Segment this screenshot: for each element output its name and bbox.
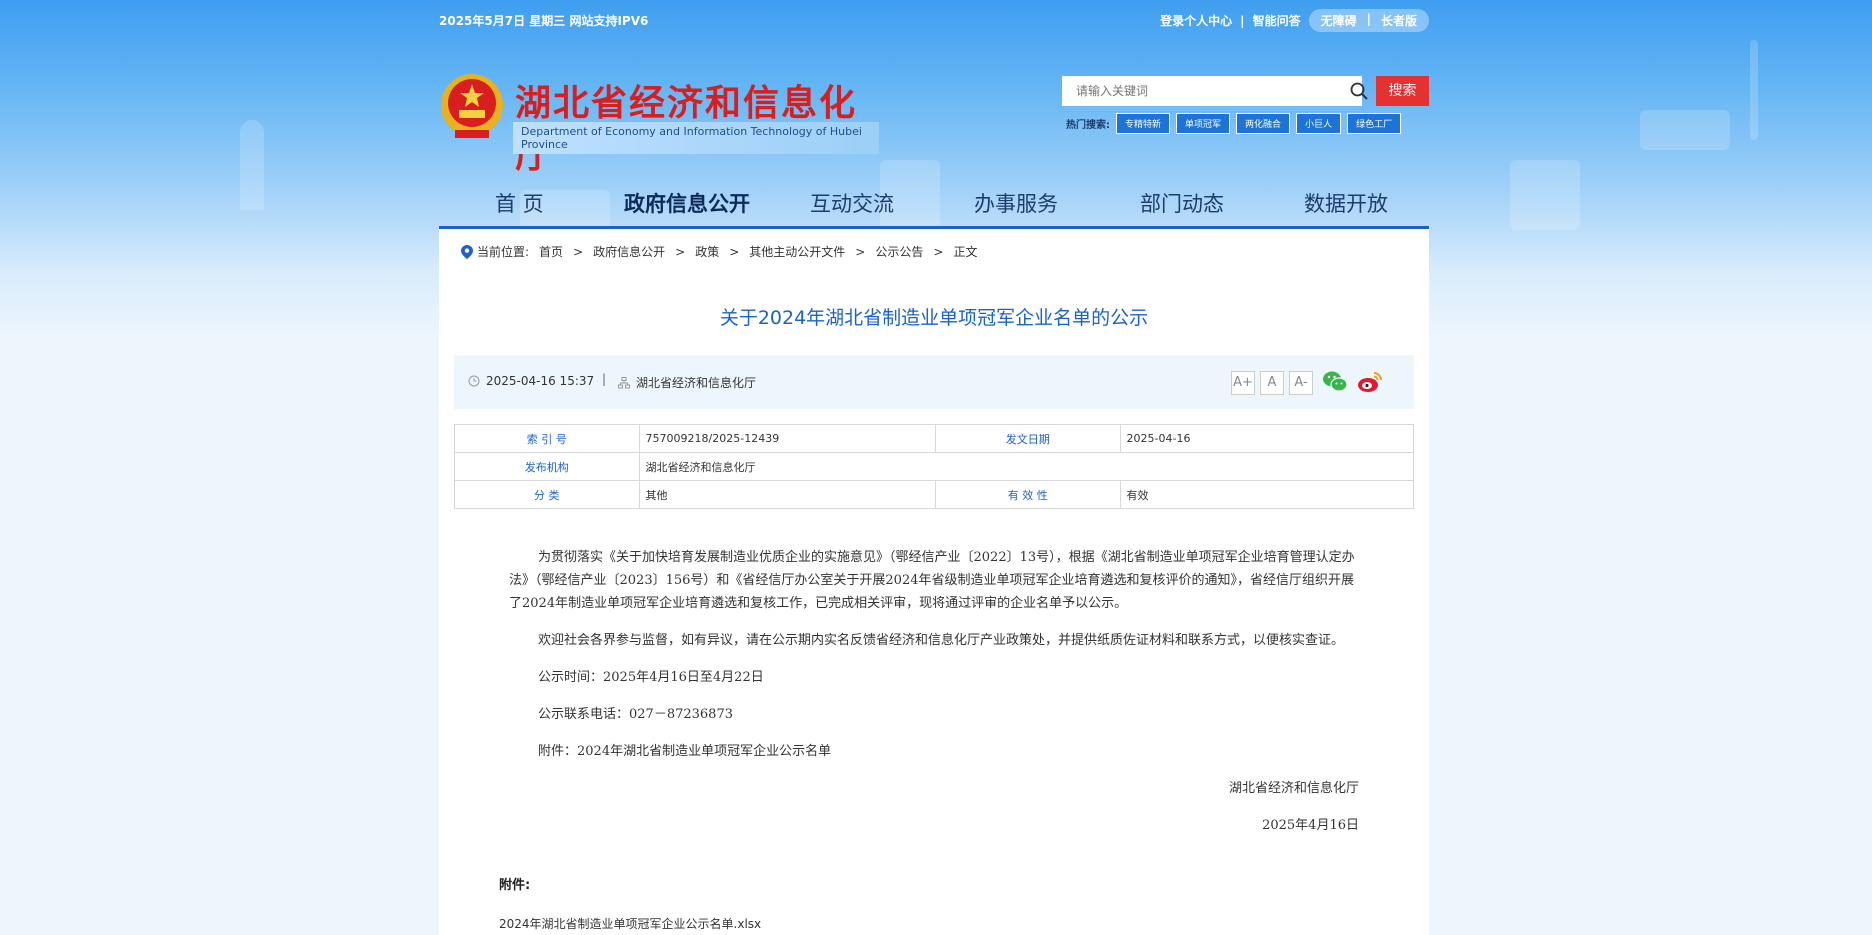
validity-value: 有效: [1119, 480, 1415, 509]
nav-item-interaction[interactable]: 互动交流: [810, 188, 894, 218]
decor-tower: [240, 120, 264, 210]
table-row: 发布机构 湖北省经济和信息化厅: [454, 452, 1415, 481]
nav-item-home[interactable]: 首 页: [495, 188, 544, 218]
breadcrumb-sep: >: [729, 244, 740, 259]
info-table: 索 引 号 757009218/2025-12439 发文日期 2025-04-…: [454, 424, 1415, 509]
site-english-name: Department of Economy and Information Te…: [513, 122, 879, 154]
body-paragraph: 公示时间：2025年4月16日至4月22日: [538, 670, 764, 685]
date-label: 发文日期: [934, 424, 1121, 453]
org-label: 发布机构: [454, 452, 640, 481]
site-logo[interactable]: 湖北省经济和信息化厅 Department of Economy and Inf…: [439, 72, 879, 176]
signature-date: 2025年4月16日: [1262, 818, 1359, 833]
top-bar: 2025年5月7日 星期三 网站支持IPV6 登录个人中心 | 智能问答 无障碍…: [439, 0, 1429, 38]
breadcrumb-link[interactable]: 政府信息公开: [593, 243, 665, 260]
index-value: 757009218/2025-12439: [638, 424, 936, 453]
hot-tag[interactable]: 两化融合: [1236, 112, 1291, 134]
top-links: 登录个人中心 | 智能问答 无障碍 | 长者版: [1160, 9, 1429, 32]
body-paragraph: 欢迎社会各界参与监督，如有异议，请在公示期内实名反馈省经济和信息化厅产业政策处，…: [538, 633, 1345, 648]
publish-source: 湖北省经济和信息化厅: [618, 374, 756, 391]
publish-datetime: 2025-04-16 15:37: [486, 374, 595, 388]
font-size-decrease-button[interactable]: A-: [1289, 371, 1313, 395]
table-row: 分 类 其他 有 效 性 有效: [454, 480, 1415, 509]
breadcrumb-link[interactable]: 政策: [695, 243, 719, 260]
breadcrumb-sep: >: [933, 244, 944, 259]
national-emblem-icon: [441, 74, 503, 138]
search-button[interactable]: 搜索: [1376, 76, 1429, 106]
content-panel: 当前位置: 首页 > 政府信息公开 > 政策 > 其他主动公开文件 > 公示公告…: [439, 229, 1429, 935]
organization-icon: [618, 376, 630, 388]
search-icon[interactable]: [1350, 82, 1368, 100]
meta-separator: |: [602, 372, 607, 386]
breadcrumb-sep: >: [855, 244, 866, 259]
signature: 湖北省经济和信息化厅: [1228, 781, 1359, 796]
separator: |: [1240, 13, 1245, 28]
org-value: 湖北省经济和信息化厅: [638, 452, 1415, 481]
source-name: 湖北省经济和信息化厅: [636, 376, 757, 390]
nav-item-news[interactable]: 部门动态: [1140, 188, 1224, 218]
breadcrumb: 当前位置: 首页 > 政府信息公开 > 政策 > 其他主动公开文件 > 公示公告…: [461, 243, 977, 260]
attachment-label: 附件:: [499, 878, 531, 893]
breadcrumb-link[interactable]: 公示公告: [875, 243, 923, 260]
body-paragraph: 附件：2024年湖北省制造业单项冠军企业公示名单: [538, 744, 832, 759]
hot-search-label: 热门搜索:: [1066, 119, 1110, 131]
elder-mode-link[interactable]: 长者版: [1381, 12, 1417, 29]
font-size-normal-button[interactable]: A: [1260, 371, 1284, 395]
date-text: 2025年5月7日 星期三 网站支持IPV6: [439, 14, 649, 28]
category-label: 分 类: [454, 480, 640, 509]
breadcrumb-sep: >: [675, 244, 686, 259]
body-paragraph: 公示联系电话：027－87236873: [538, 707, 733, 722]
body-paragraph: 为贯彻落实《关于加快培育发展制造业优质企业的实施意见》（鄂经信产业〔2022〕1…: [509, 550, 1355, 611]
location-pin-icon: [461, 244, 473, 259]
main-nav: 首 页 政府信息公开 互动交流 办事服务 部门动态 数据开放: [439, 178, 1429, 229]
decor-server: [1510, 160, 1580, 230]
breadcrumb-sep: >: [573, 244, 584, 259]
wechat-icon[interactable]: [1322, 370, 1348, 394]
breadcrumb-current: 正文: [953, 245, 978, 259]
weibo-icon[interactable]: [1357, 370, 1383, 394]
hot-tag[interactable]: 小巨人: [1296, 112, 1342, 134]
decor-windmill: [1750, 40, 1758, 140]
accessible-link[interactable]: 无障碍: [1321, 12, 1357, 29]
attachment-link[interactable]: 2024年湖北省制造业单项冠军企业公示名单.xlsx: [499, 915, 761, 932]
article-title: 关于2024年湖北省制造业单项冠军企业名单的公示: [719, 307, 1149, 329]
accessibility-pill: 无障碍 | 长者版: [1308, 9, 1429, 32]
search-input[interactable]: [1062, 76, 1362, 106]
nav-item-services[interactable]: 办事服务: [974, 188, 1058, 218]
qa-link[interactable]: 智能问答: [1253, 12, 1301, 29]
breadcrumb-link[interactable]: 首页: [539, 243, 563, 260]
breadcrumb-label: 当前位置:: [477, 245, 530, 259]
pill-separator: |: [1366, 12, 1371, 26]
hot-tag[interactable]: 绿色工厂: [1347, 112, 1402, 134]
hot-tag[interactable]: 专精特新: [1116, 112, 1171, 134]
breadcrumb-link[interactable]: 其他主动公开文件: [749, 243, 845, 260]
font-size-increase-button[interactable]: A+: [1231, 371, 1255, 395]
nav-item-gov-info[interactable]: 政府信息公开: [624, 188, 750, 218]
hot-tag[interactable]: 单项冠军: [1176, 112, 1231, 134]
login-link[interactable]: 登录个人中心: [1160, 12, 1232, 29]
index-label: 索 引 号: [454, 424, 640, 453]
category-value: 其他: [638, 480, 936, 509]
decor-device: [1640, 110, 1730, 150]
article-body: 为贯彻落实《关于加快培育发展制造业优质企业的实施意见》（鄂经信产业〔2022〕1…: [509, 546, 1359, 851]
publish-time: 2025-04-16 15:37: [468, 374, 594, 388]
article-meta: 2025-04-16 15:37 | 湖北省经济和信息化厅 A+ A A-: [454, 355, 1414, 409]
hot-search: 热门搜索: 专精特新 单项冠军 两化融合 小巨人 绿色工厂: [1066, 112, 1402, 134]
clock-icon: [468, 375, 480, 387]
date-value: 2025-04-16: [1119, 424, 1415, 453]
search-area: 搜索: [1062, 76, 1429, 106]
table-row: 索 引 号 757009218/2025-12439 发文日期 2025-04-…: [454, 424, 1415, 453]
nav-item-open-data[interactable]: 数据开放: [1304, 188, 1388, 218]
validity-label: 有 效 性: [934, 480, 1121, 509]
